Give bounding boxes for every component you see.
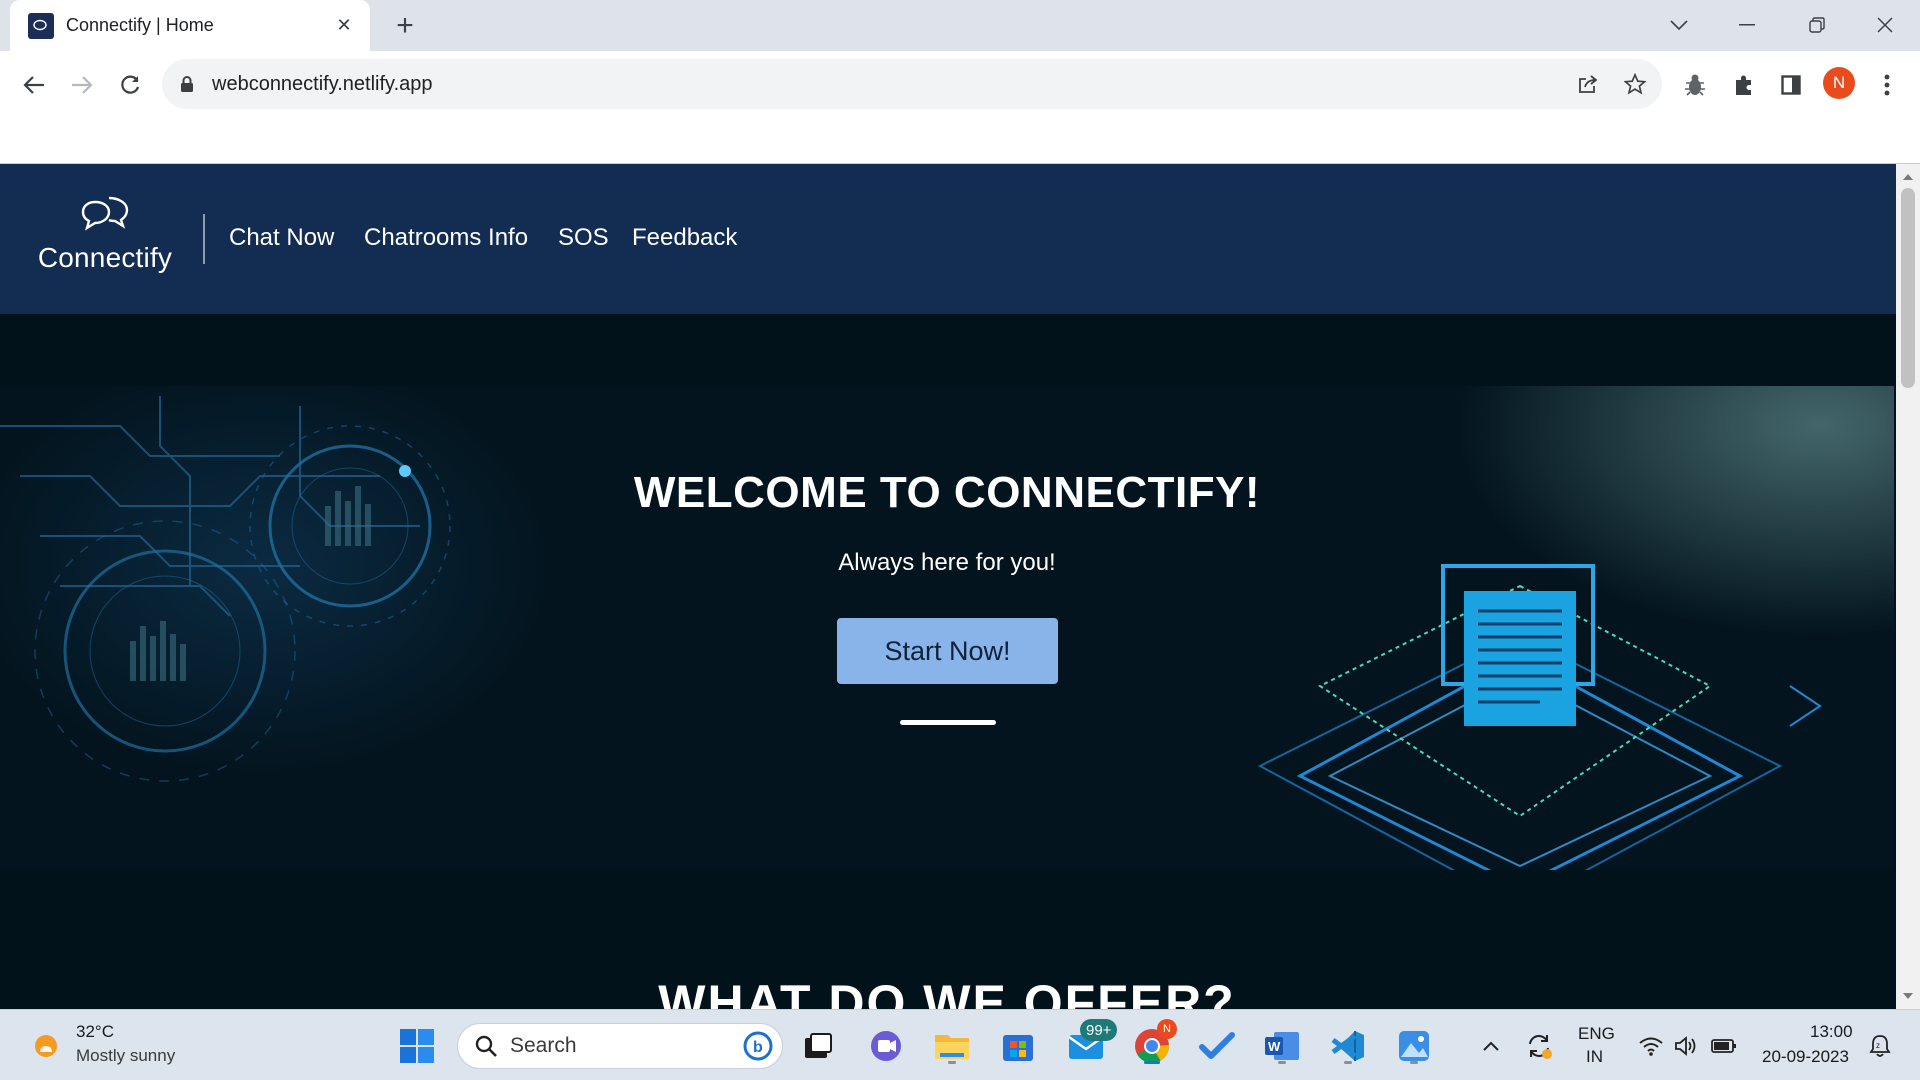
- sync-icon[interactable]: [1525, 1032, 1553, 1060]
- share-icon[interactable]: [1568, 64, 1608, 104]
- notification-bell-icon[interactable]: z: [1866, 1032, 1894, 1060]
- site-logo[interactable]: Connectify: [34, 194, 176, 284]
- extensions-puzzle-icon[interactable]: [1724, 65, 1764, 105]
- search-icon: [475, 1035, 497, 1057]
- back-icon[interactable]: [14, 65, 54, 105]
- search-label: Search: [510, 1034, 577, 1057]
- svg-text:z: z: [1876, 1041, 1880, 1050]
- windows-taskbar: 32°C Mostly sunny Search b 99+ N W ENG I…: [0, 1009, 1920, 1080]
- page-viewport: Connectify Chat Now Chatrooms Info SOS F…: [0, 164, 1920, 1009]
- hero-title: WELCOME TO CONNECTIFY!: [633, 468, 1261, 517]
- bug-extension-icon[interactable]: [1675, 65, 1715, 105]
- mail-unread-badge: 99+: [1080, 1019, 1118, 1041]
- vscode-icon[interactable]: [1326, 1024, 1370, 1068]
- taskbar-search-box[interactable]: Search b: [457, 1023, 783, 1069]
- tab-close-icon[interactable]: ✕: [332, 14, 356, 38]
- logo-text: Connectify: [37, 242, 173, 273]
- start-now-button[interactable]: Start Now!: [837, 618, 1058, 684]
- svg-text:W: W: [1268, 1039, 1281, 1054]
- hero-subtitle: Always here for you!: [838, 549, 1056, 576]
- word-icon[interactable]: W: [1260, 1024, 1304, 1068]
- tray-chevron-up-icon[interactable]: [1477, 1032, 1505, 1060]
- todo-check-icon[interactable]: [1195, 1024, 1239, 1068]
- address-bar[interactable]: webconnectify.netlify.app: [162, 59, 1662, 109]
- svg-text:b: b: [753, 1039, 763, 1056]
- minimize-button[interactable]: [1722, 8, 1772, 42]
- side-panel-icon[interactable]: [1771, 65, 1811, 105]
- nav-divider: [203, 214, 205, 264]
- language-indicator[interactable]: ENG: [1578, 1024, 1615, 1044]
- tab-home[interactable]: Connectify | Home ✕: [10, 0, 370, 51]
- tab-search-chevron-icon[interactable]: [1654, 8, 1704, 42]
- photos-icon[interactable]: [1392, 1024, 1436, 1068]
- bing-icon[interactable]: b: [742, 1030, 774, 1062]
- nav-sos[interactable]: SOS: [558, 224, 609, 252]
- connectify-favicon-icon: [28, 12, 54, 39]
- new-tab-button[interactable]: +: [388, 9, 422, 43]
- file-explorer-icon[interactable]: [930, 1024, 974, 1068]
- browser-toolbar: webconnectify.netlify.app N: [0, 51, 1920, 164]
- menu-kebab-icon[interactable]: [1867, 65, 1907, 105]
- volume-icon[interactable]: [1672, 1032, 1700, 1060]
- tab-strip: Connectify | Home ✕ +: [0, 0, 1920, 51]
- restore-button[interactable]: [1792, 8, 1842, 42]
- close-window-button[interactable]: [1860, 8, 1910, 42]
- battery-icon[interactable]: [1710, 1032, 1738, 1060]
- scroll-down-arrow-icon[interactable]: [1896, 989, 1920, 1003]
- sunny-weather-icon[interactable]: [30, 1030, 62, 1062]
- task-view-icon[interactable]: [796, 1024, 840, 1068]
- profile-avatar[interactable]: N: [1823, 67, 1855, 99]
- lock-icon[interactable]: [180, 74, 200, 94]
- weather-description[interactable]: Mostly sunny: [76, 1046, 175, 1066]
- teams-chat-icon[interactable]: [864, 1024, 908, 1068]
- tab-title: Connectify | Home: [66, 15, 214, 35]
- wifi-icon[interactable]: [1637, 1032, 1665, 1060]
- site-navbar: Connectify Chat Now Chatrooms Info SOS F…: [0, 164, 1896, 314]
- microsoft-store-icon[interactable]: [996, 1024, 1040, 1068]
- clock-date[interactable]: 20-09-2023: [1762, 1047, 1849, 1067]
- hero-banner: WELCOME TO CONNECTIFY! Always here for y…: [0, 386, 1894, 870]
- weather-temperature[interactable]: 32°C: [76, 1022, 114, 1042]
- chat-bubbles-icon: [81, 196, 129, 231]
- page-scrollbar[interactable]: [1896, 164, 1920, 1009]
- nav-chat-now[interactable]: Chat Now: [229, 224, 334, 252]
- chrome-profile-badge: N: [1157, 1019, 1177, 1039]
- language-region[interactable]: IN: [1586, 1047, 1603, 1067]
- windows-start-icon[interactable]: [400, 1029, 434, 1063]
- url-text[interactable]: webconnectify.netlify.app: [212, 73, 433, 96]
- offer-section-heading: WHAT DO WE OFFER?: [658, 975, 1236, 1009]
- nav-chatrooms-info[interactable]: Chatrooms Info: [364, 224, 528, 252]
- hero-divider: [900, 720, 996, 725]
- reload-icon[interactable]: [110, 65, 150, 105]
- bookmark-star-icon[interactable]: [1615, 64, 1655, 104]
- forward-icon[interactable]: [62, 65, 102, 105]
- clock-time[interactable]: 13:00: [1810, 1022, 1853, 1042]
- scroll-up-arrow-icon[interactable]: [1896, 170, 1920, 184]
- nav-feedback[interactable]: Feedback: [632, 224, 737, 252]
- scroll-thumb[interactable]: [1901, 188, 1915, 388]
